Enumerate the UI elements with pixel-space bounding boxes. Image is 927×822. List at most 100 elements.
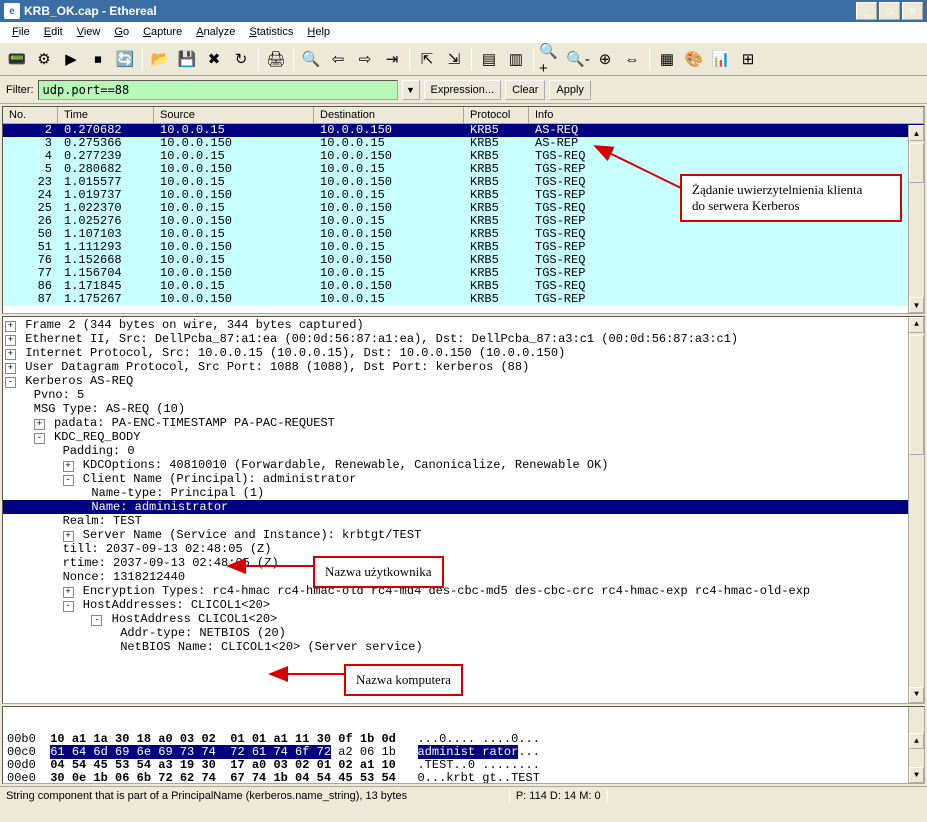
hex-scrollbar[interactable]: ▲ ▼ [908,707,924,783]
detail-line[interactable]: Addr-type: NETBIOS (20) [3,626,924,640]
scroll-thumb[interactable] [909,335,924,455]
filter-input[interactable] [38,80,398,100]
scroll-down-icon[interactable]: ▼ [909,767,924,783]
menu-help[interactable]: Help [301,24,336,40]
detail-line[interactable]: + Encryption Types: rc4-hmac rc4-hmac-ol… [3,584,924,598]
tb-stop-icon[interactable]: ⏹ [85,46,111,72]
detail-line[interactable]: + padata: PA-ENC-TIMESTAMP PA-PAC-REQUES… [3,416,924,430]
menu-edit[interactable]: Edit [38,24,69,40]
col-header-info[interactable]: Info [529,107,924,123]
menu-capture[interactable]: Capture [137,24,188,40]
detail-line[interactable]: + Server Name (Service and Instance): kr… [3,528,924,542]
annotation-2: Nazwa użytkownika [313,556,444,588]
status-bar: String component that is part of a Princ… [0,786,927,804]
tb-zoomin-icon[interactable]: 🔍+ [538,46,564,72]
detail-line[interactable]: NetBIOS Name: CLICOL1<20> (Server servic… [3,640,924,654]
detail-line[interactable]: Nonce: 1318212440 [3,570,924,584]
detail-line[interactable]: - KDC_REQ_BODY [3,430,924,444]
scroll-up-icon[interactable]: ▲ [909,125,924,141]
maximize-button[interactable]: □ [879,2,900,20]
tb-sep [293,48,294,70]
packet-row[interactable]: 771.15670410.0.0.15010.0.0.15KRB5TGS-REP [3,267,924,280]
expression-button[interactable]: Expression... [424,80,502,100]
hex-line[interactable]: 00e0 30 0e 1b 06 6b 72 62 74 67 74 1b 04… [3,772,924,784]
col-header-destination[interactable]: Destination [314,107,464,123]
packet-row[interactable]: 30.27536610.0.0.15010.0.0.15KRB5AS-REP [3,137,924,150]
details-scrollbar[interactable]: ▲ ▼ [908,317,924,703]
detail-line[interactable]: - Client Name (Principal): administrator [3,472,924,486]
packet-row[interactable]: 501.10710310.0.0.1510.0.0.150KRB5TGS-REQ [3,228,924,241]
detail-line[interactable]: + KDCOptions: 40810010 (Forwardable, Ren… [3,458,924,472]
tb-first-icon[interactable]: ⇱ [414,46,440,72]
col-header-time[interactable]: Time [58,107,154,123]
packet-row[interactable]: 511.11129310.0.0.15010.0.0.15KRB5TGS-REP [3,241,924,254]
menu-file[interactable]: File [6,24,36,40]
tb-filters-icon[interactable]: ▦ [654,46,680,72]
tb-goto-icon[interactable]: ⇥ [379,46,405,72]
scroll-down-icon[interactable]: ▼ [909,297,924,313]
close-button[interactable]: ✕ [902,2,923,20]
scroll-up-icon[interactable]: ▲ [909,317,924,333]
tb-prev-icon[interactable]: ⇦ [325,46,351,72]
menu-statistics[interactable]: Statistics [243,24,299,40]
tb-colorize-icon[interactable]: ▤ [476,46,502,72]
detail-line[interactable]: till: 2037-09-13 02:48:05 (Z) [3,542,924,556]
detail-line[interactable]: + Ethernet II, Src: DellPcba_87:a1:ea (0… [3,332,924,346]
tb-help-icon[interactable]: ⊞ [735,46,761,72]
menu-view[interactable]: View [71,24,107,40]
menu-analyze[interactable]: Analyze [190,24,241,40]
tb-last-icon[interactable]: ⇲ [441,46,467,72]
filter-dropdown-icon[interactable]: ▼ [402,80,420,100]
scroll-down-icon[interactable]: ▼ [909,687,924,703]
packet-row[interactable]: 40.27723910.0.0.1510.0.0.150KRB5TGS-REQ [3,150,924,163]
apply-button[interactable]: Apply [549,80,591,100]
tb-interfaces-icon[interactable]: 📟 [4,46,30,72]
tb-zoom100-icon[interactable]: ⊕ [592,46,618,72]
tb-start-icon[interactable]: ▶ [58,46,84,72]
tb-close-icon[interactable]: ✖ [201,46,227,72]
detail-line[interactable]: rtime: 2037-09-13 02:48:05 (Z) [3,556,924,570]
tb-next-icon[interactable]: ⇨ [352,46,378,72]
tb-autoscroll-icon[interactable]: ▥ [503,46,529,72]
detail-line[interactable]: Name: administrator [3,500,924,514]
detail-line[interactable]: MSG Type: AS-REQ (10) [3,402,924,416]
detail-line[interactable]: - HostAddress CLICOL1<20> [3,612,924,626]
hex-dump-pane: 00b0 10 a1 1a 30 18 a0 03 02 01 01 a1 11… [2,706,925,784]
col-header-no[interactable]: No. [3,107,58,123]
detail-line[interactable]: Realm: TEST [3,514,924,528]
packet-list-scrollbar[interactable]: ▲ ▼ [908,125,924,313]
detail-line[interactable]: Pvno: 5 [3,388,924,402]
col-header-protocol[interactable]: Protocol [464,107,529,123]
tb-sep [533,48,534,70]
tb-resize-icon[interactable]: ⇔ [619,46,645,72]
tb-zoomout-icon[interactable]: 🔍- [565,46,591,72]
tb-restart-icon[interactable]: 🔄 [112,46,138,72]
col-header-source[interactable]: Source [154,107,314,123]
packet-row[interactable]: 871.17526710.0.0.15010.0.0.15KRB5TGS-REP [3,293,924,306]
tb-prefs-icon[interactable]: 📊 [708,46,734,72]
detail-line[interactable]: - Kerberos AS-REQ [3,374,924,388]
status-right: P: 114 D: 14 M: 0 [510,789,608,803]
tb-save-icon[interactable]: 💾 [174,46,200,72]
detail-line[interactable]: + Internet Protocol, Src: 10.0.0.15 (10.… [3,346,924,360]
scroll-thumb[interactable] [909,143,924,183]
detail-line[interactable]: + User Datagram Protocol, Src Port: 1088… [3,360,924,374]
tb-reload-icon[interactable]: ↻ [228,46,254,72]
detail-line[interactable]: Padding: 0 [3,444,924,458]
detail-line[interactable]: + Frame 2 (344 bytes on wire, 344 bytes … [3,318,924,332]
detail-line[interactable]: - HostAddresses: CLICOL1<20> [3,598,924,612]
tb-open-icon[interactable]: 📂 [147,46,173,72]
menu-go[interactable]: Go [108,24,135,40]
tb-print-icon[interactable]: 🖨 [263,46,289,72]
clear-button[interactable]: Clear [505,80,545,100]
scroll-up-icon[interactable]: ▲ [909,733,924,749]
packet-row[interactable]: 761.15266810.0.0.1510.0.0.150KRB5TGS-REQ [3,254,924,267]
detail-line[interactable]: Name-type: Principal (1) [3,486,924,500]
app-icon: e [4,3,20,19]
tb-find-icon[interactable]: 🔍 [298,46,324,72]
tb-coloring-icon[interactable]: 🎨 [681,46,707,72]
packet-row[interactable]: 861.17184510.0.0.1510.0.0.150KRB5TGS-REQ [3,280,924,293]
packet-row[interactable]: 20.27068210.0.0.1510.0.0.150KRB5AS-REQ [3,124,924,137]
minimize-button[interactable]: _ [856,2,877,20]
tb-options-icon[interactable]: ⚙ [31,46,57,72]
